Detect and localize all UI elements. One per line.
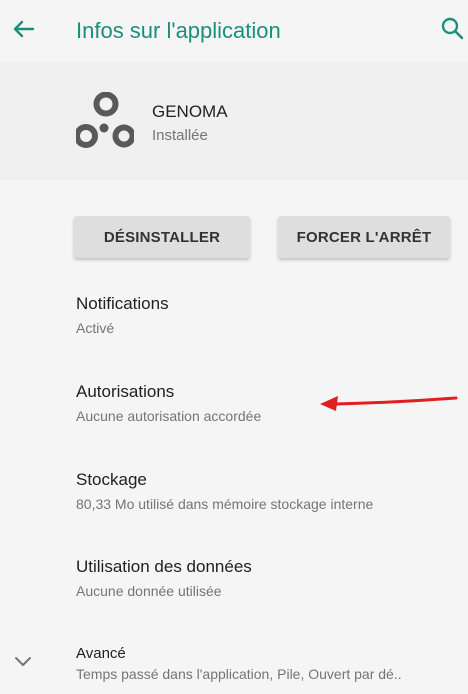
settings-item-storage[interactable]: Stockage 80,33 Mo utilisé dans mémoire s… [76,470,456,512]
item-subtitle: Activé [76,320,115,336]
settings-item-data-usage[interactable]: Utilisation des données Aucune donnée ut… [76,557,456,599]
back-button[interactable] [8,14,38,44]
search-button[interactable] [440,16,466,42]
uninstall-button[interactable]: DÉSINSTALLER [74,216,250,258]
genoma-logo-icon [76,92,134,148]
red-arrow-icon [320,396,458,411]
app-name: GENOMA [152,102,228,121]
app-status: Installée [152,127,208,144]
app-bar: Infos sur l'application [0,0,468,62]
chevron-down-icon[interactable] [14,655,32,669]
search-icon [441,17,464,40]
item-title: Stockage [76,470,147,489]
arrow-left-icon [13,20,35,38]
page-title: Infos sur l'application [76,18,281,43]
item-title: Avancé [76,645,126,662]
item-subtitle: 80,33 Mo utilisé dans mémoire stockage i… [76,496,374,512]
force-stop-button[interactable]: FORCER L'ARRÊT [278,216,450,258]
settings-item-advanced[interactable]: Avancé Temps passé dans l'application, P… [76,645,456,682]
item-title: Notifications [76,294,169,313]
item-title: Utilisation des données [76,557,252,576]
item-subtitle: Temps passé dans l'application, Pile, Ou… [76,666,402,682]
settings-item-notifications[interactable]: Notifications Activé [76,294,456,336]
app-header: GENOMA Installée [0,62,468,180]
item-subtitle: Aucune donnée utilisée [76,583,222,599]
